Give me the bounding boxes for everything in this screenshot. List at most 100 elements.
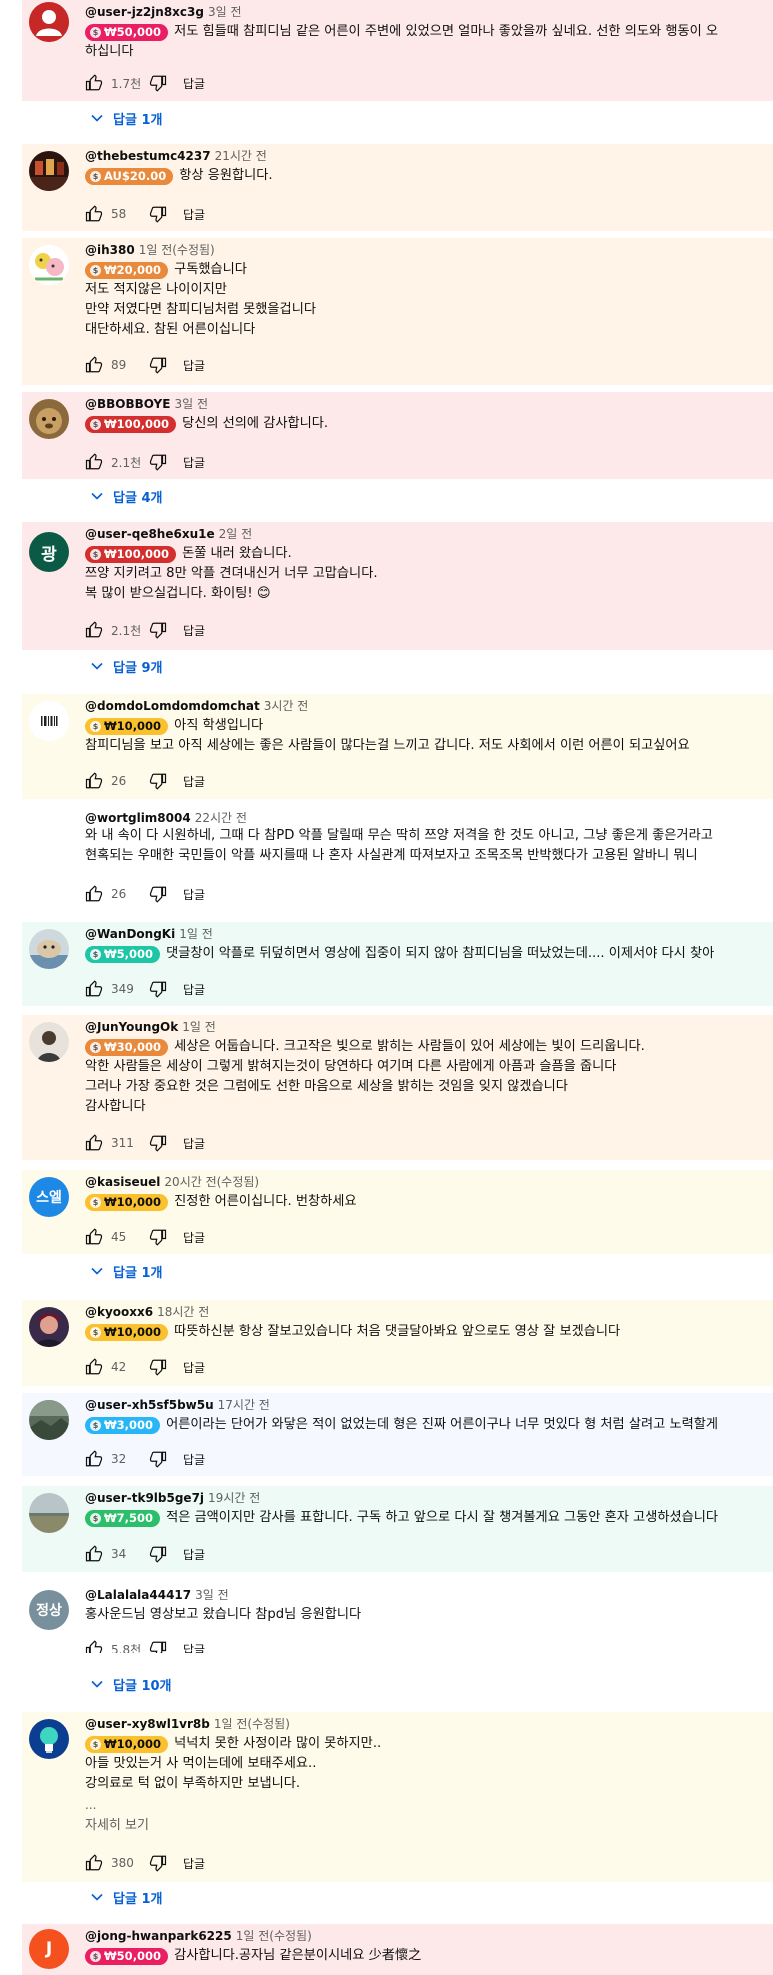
- reply-button[interactable]: 답글: [183, 981, 205, 998]
- comment-time[interactable]: 17시간 전: [218, 1398, 270, 1412]
- thumbs-up-icon[interactable]: [85, 1640, 103, 1653]
- comment-author[interactable]: @domdoLomdomdomchat: [85, 699, 260, 713]
- thumbs-up-icon[interactable]: [85, 1545, 103, 1563]
- thumbs-down-icon[interactable]: [149, 205, 167, 223]
- thumbs-down-icon[interactable]: [149, 621, 167, 639]
- read-more-link[interactable]: 자세히 보기: [85, 1814, 773, 1833]
- comment-author[interactable]: @user-tk9lb5ge7j: [85, 1491, 204, 1505]
- view-replies-button[interactable]: 답글 1개: [90, 1261, 162, 1281]
- avatar-room-photo-icon[interactable]: [29, 151, 69, 191]
- reply-button[interactable]: 답글: [183, 75, 205, 92]
- comment-author[interactable]: @user-jz2jn8xc3g: [85, 5, 204, 19]
- thumbs-up-icon[interactable]: [85, 621, 103, 639]
- comment-author[interactable]: @wortglim8004: [85, 811, 191, 825]
- avatar-letter[interactable]: 스엘: [29, 1177, 69, 1217]
- thumbs-up-icon[interactable]: [85, 453, 103, 471]
- thumbs-down-icon[interactable]: [149, 1854, 167, 1872]
- comment-author[interactable]: @user-xh5sf5bw5u: [85, 1398, 214, 1412]
- avatar-lightbulb-icon[interactable]: [29, 1719, 69, 1759]
- avatar-animal-photo-icon[interactable]: [29, 399, 69, 439]
- thumbs-up-icon[interactable]: [85, 1854, 103, 1872]
- comment-time[interactable]: 22시간 전: [195, 811, 247, 825]
- comment-time[interactable]: 1일 전(수정됨): [139, 243, 215, 257]
- thumbs-down-icon[interactable]: [149, 885, 167, 903]
- comment-time[interactable]: 19시간 전: [208, 1491, 260, 1505]
- thumbs-up-icon[interactable]: [85, 980, 103, 998]
- avatar-cartoon-icon[interactable]: [29, 245, 69, 285]
- reply-button[interactable]: 답글: [183, 357, 205, 374]
- comment-time[interactable]: 1일 전(수정됨): [214, 1717, 290, 1731]
- comment-author[interactable]: @BBOBBOYE: [85, 397, 170, 411]
- reply-button[interactable]: 답글: [183, 773, 205, 790]
- thumbs-up-icon[interactable]: [85, 885, 103, 903]
- comment-author[interactable]: @JunYoungOk: [85, 1020, 178, 1034]
- thumbs-down-icon[interactable]: [149, 980, 167, 998]
- comment-time[interactable]: 1일 전(수정됨): [236, 1929, 312, 1943]
- comment-author[interactable]: @WanDongKi: [85, 927, 175, 941]
- comment-author[interactable]: @ih380: [85, 243, 135, 257]
- thumbs-down-icon[interactable]: [149, 1545, 167, 1563]
- comment-time[interactable]: 21시간 전: [215, 149, 267, 163]
- reply-button[interactable]: 답글: [183, 1641, 205, 1654]
- reply-button[interactable]: 답글: [183, 1135, 205, 1152]
- comment-time[interactable]: 20시간 전(수정됨): [164, 1175, 259, 1189]
- comment-time[interactable]: 1일 전: [182, 1020, 216, 1034]
- thumbs-down-icon[interactable]: [149, 1228, 167, 1246]
- reply-button[interactable]: 답글: [183, 1546, 205, 1563]
- chevron-down-icon: [91, 1680, 103, 1688]
- comment-author[interactable]: @user-xy8wl1vr8b: [85, 1717, 210, 1731]
- comment-author[interactable]: @kasiseuel: [85, 1175, 160, 1189]
- view-replies-button[interactable]: 답글 9개: [90, 656, 162, 676]
- comment-time[interactable]: 3일 전: [174, 397, 208, 411]
- thumbs-down-icon[interactable]: [149, 1134, 167, 1152]
- avatar-barcode-icon[interactable]: [29, 701, 69, 741]
- comment-time[interactable]: 3시간 전: [264, 699, 309, 713]
- view-replies-button[interactable]: 답글 10개: [90, 1674, 172, 1694]
- thumbs-up-icon[interactable]: [85, 205, 103, 223]
- thumbs-up-icon[interactable]: [85, 356, 103, 374]
- comment-time[interactable]: 3일 전: [195, 1588, 229, 1602]
- view-replies-button[interactable]: 답글 4개: [90, 486, 162, 506]
- avatar-character-icon[interactable]: [29, 1307, 69, 1347]
- thumbs-down-icon[interactable]: [149, 1640, 167, 1653]
- reply-button[interactable]: 답글: [183, 1451, 205, 1468]
- reply-button[interactable]: 답글: [183, 454, 205, 471]
- reply-button[interactable]: 답글: [183, 1229, 205, 1246]
- view-replies-button[interactable]: 답글 1개: [90, 108, 162, 128]
- thumbs-up-icon[interactable]: [85, 74, 103, 92]
- thumbs-down-icon[interactable]: [149, 74, 167, 92]
- thumbs-up-icon[interactable]: [85, 1134, 103, 1152]
- reply-button[interactable]: 답글: [183, 886, 205, 903]
- avatar-field-photo-icon[interactable]: [29, 1493, 69, 1533]
- comment-time[interactable]: 18시간 전: [157, 1305, 209, 1319]
- avatar-letter[interactable]: 광: [29, 532, 69, 572]
- avatar-letter[interactable]: J: [29, 1929, 69, 1969]
- thumbs-up-icon[interactable]: [85, 772, 103, 790]
- comment-author[interactable]: @user-qe8he6xu1e: [85, 527, 215, 541]
- thumbs-down-icon[interactable]: [149, 1450, 167, 1468]
- avatar-landscape-photo-icon[interactable]: [29, 1400, 69, 1440]
- thumbs-down-icon[interactable]: [149, 772, 167, 790]
- reply-button[interactable]: 답글: [183, 1359, 205, 1376]
- thumbs-down-icon[interactable]: [149, 356, 167, 374]
- thumbs-down-icon[interactable]: [149, 453, 167, 471]
- thumbs-up-icon[interactable]: [85, 1450, 103, 1468]
- comment-time[interactable]: 2일 전: [219, 527, 253, 541]
- thumbs-down-icon[interactable]: [149, 1358, 167, 1376]
- thumbs-up-icon[interactable]: [85, 1358, 103, 1376]
- avatar-dog-photo-icon[interactable]: [29, 929, 69, 969]
- view-replies-button[interactable]: 답글 1개: [90, 1887, 162, 1907]
- avatar-person-photo-icon[interactable]: [29, 1022, 69, 1062]
- reply-button[interactable]: 답글: [183, 206, 205, 223]
- comment-author[interactable]: @thebestumc4237: [85, 149, 211, 163]
- avatar-letter[interactable]: 정상: [29, 1590, 69, 1630]
- reply-button[interactable]: 답글: [183, 1855, 205, 1872]
- comment-author[interactable]: @Lalalala44417: [85, 1588, 191, 1602]
- comment-author[interactable]: @kyooxx6: [85, 1305, 153, 1319]
- comment-time[interactable]: 1일 전: [179, 927, 213, 941]
- avatar-default-user-icon[interactable]: [29, 2, 69, 42]
- comment-time[interactable]: 3일 전: [208, 5, 242, 19]
- thumbs-up-icon[interactable]: [85, 1228, 103, 1246]
- comment-author[interactable]: @jong-hwanpark6225: [85, 1929, 232, 1943]
- reply-button[interactable]: 답글: [183, 622, 205, 639]
